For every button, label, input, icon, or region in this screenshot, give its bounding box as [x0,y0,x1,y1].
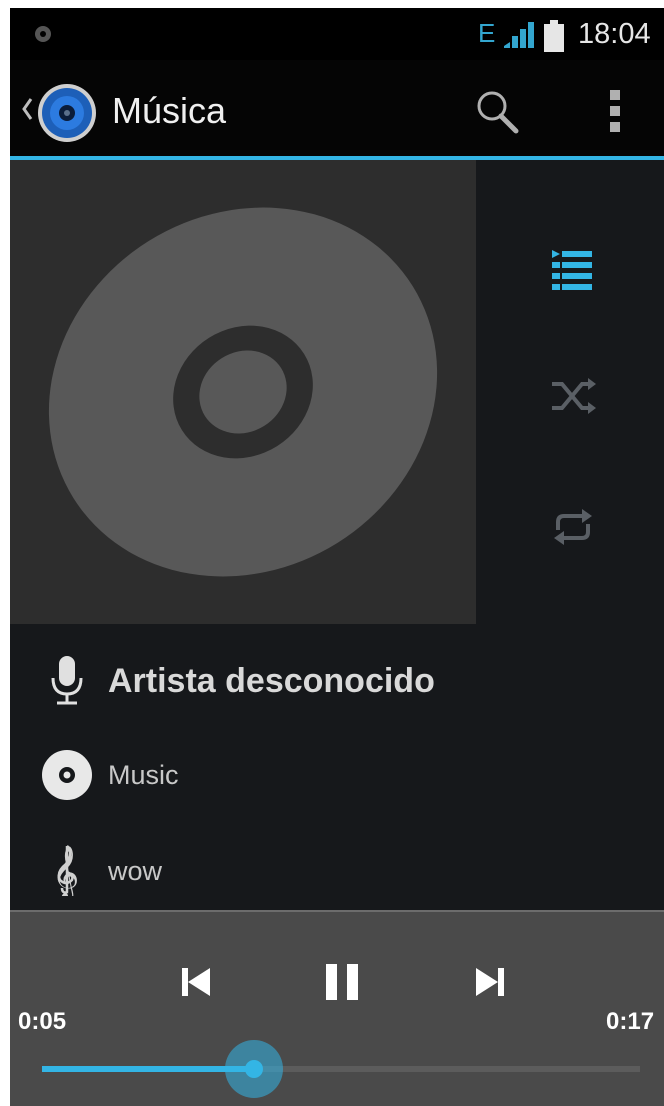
pause-icon[interactable] [314,954,370,1010]
playback-controls: 0:05 0:17 [10,910,664,1106]
status-bar: E 18:04 [10,8,664,60]
seek-bar[interactable] [42,1040,640,1100]
status-time: 18:04 [578,18,651,50]
artist-row[interactable]: Artista desconocido [10,644,664,714]
elapsed-time: 0:05 [18,1008,67,1035]
page-title: Música [112,90,227,131]
network-type-indicator: E [478,18,496,48]
track-info: Artista desconocido Music 𝄞 wow [10,624,664,910]
album-disc-icon [42,750,92,800]
battery-icon [544,20,564,52]
album-row[interactable]: Music [10,740,664,810]
notification-icon [35,26,51,42]
album-name: Music [108,760,179,790]
total-time: 0:17 [606,1008,655,1035]
song-title: wow [108,856,163,886]
previous-icon[interactable] [168,954,224,1010]
repeat-icon[interactable] [546,500,600,554]
song-row[interactable]: 𝄞 wow [10,836,664,906]
microphone-icon [51,656,83,705]
music-app-icon[interactable] [36,82,98,144]
now-playing-list-icon[interactable] [546,240,600,294]
artist-name: Artista desconocido [108,662,435,700]
action-bar: Música [10,60,664,160]
back-chevron-icon[interactable] [20,96,34,122]
album-placeholder-icon [48,207,438,577]
signal-strength-icon [504,22,534,48]
overflow-menu-icon[interactable] [590,86,640,136]
treble-clef-icon: 𝄞 [52,845,79,896]
side-controls [476,160,664,624]
seek-progress [42,1066,255,1072]
music-player-screen: E 18:04 Música Artista desconocido Music… [10,8,664,1106]
album-art [10,160,476,624]
next-icon[interactable] [462,954,518,1010]
shuffle-icon[interactable] [546,370,600,424]
search-icon[interactable] [472,86,522,136]
svg-text:𝄞: 𝄞 [52,845,79,896]
